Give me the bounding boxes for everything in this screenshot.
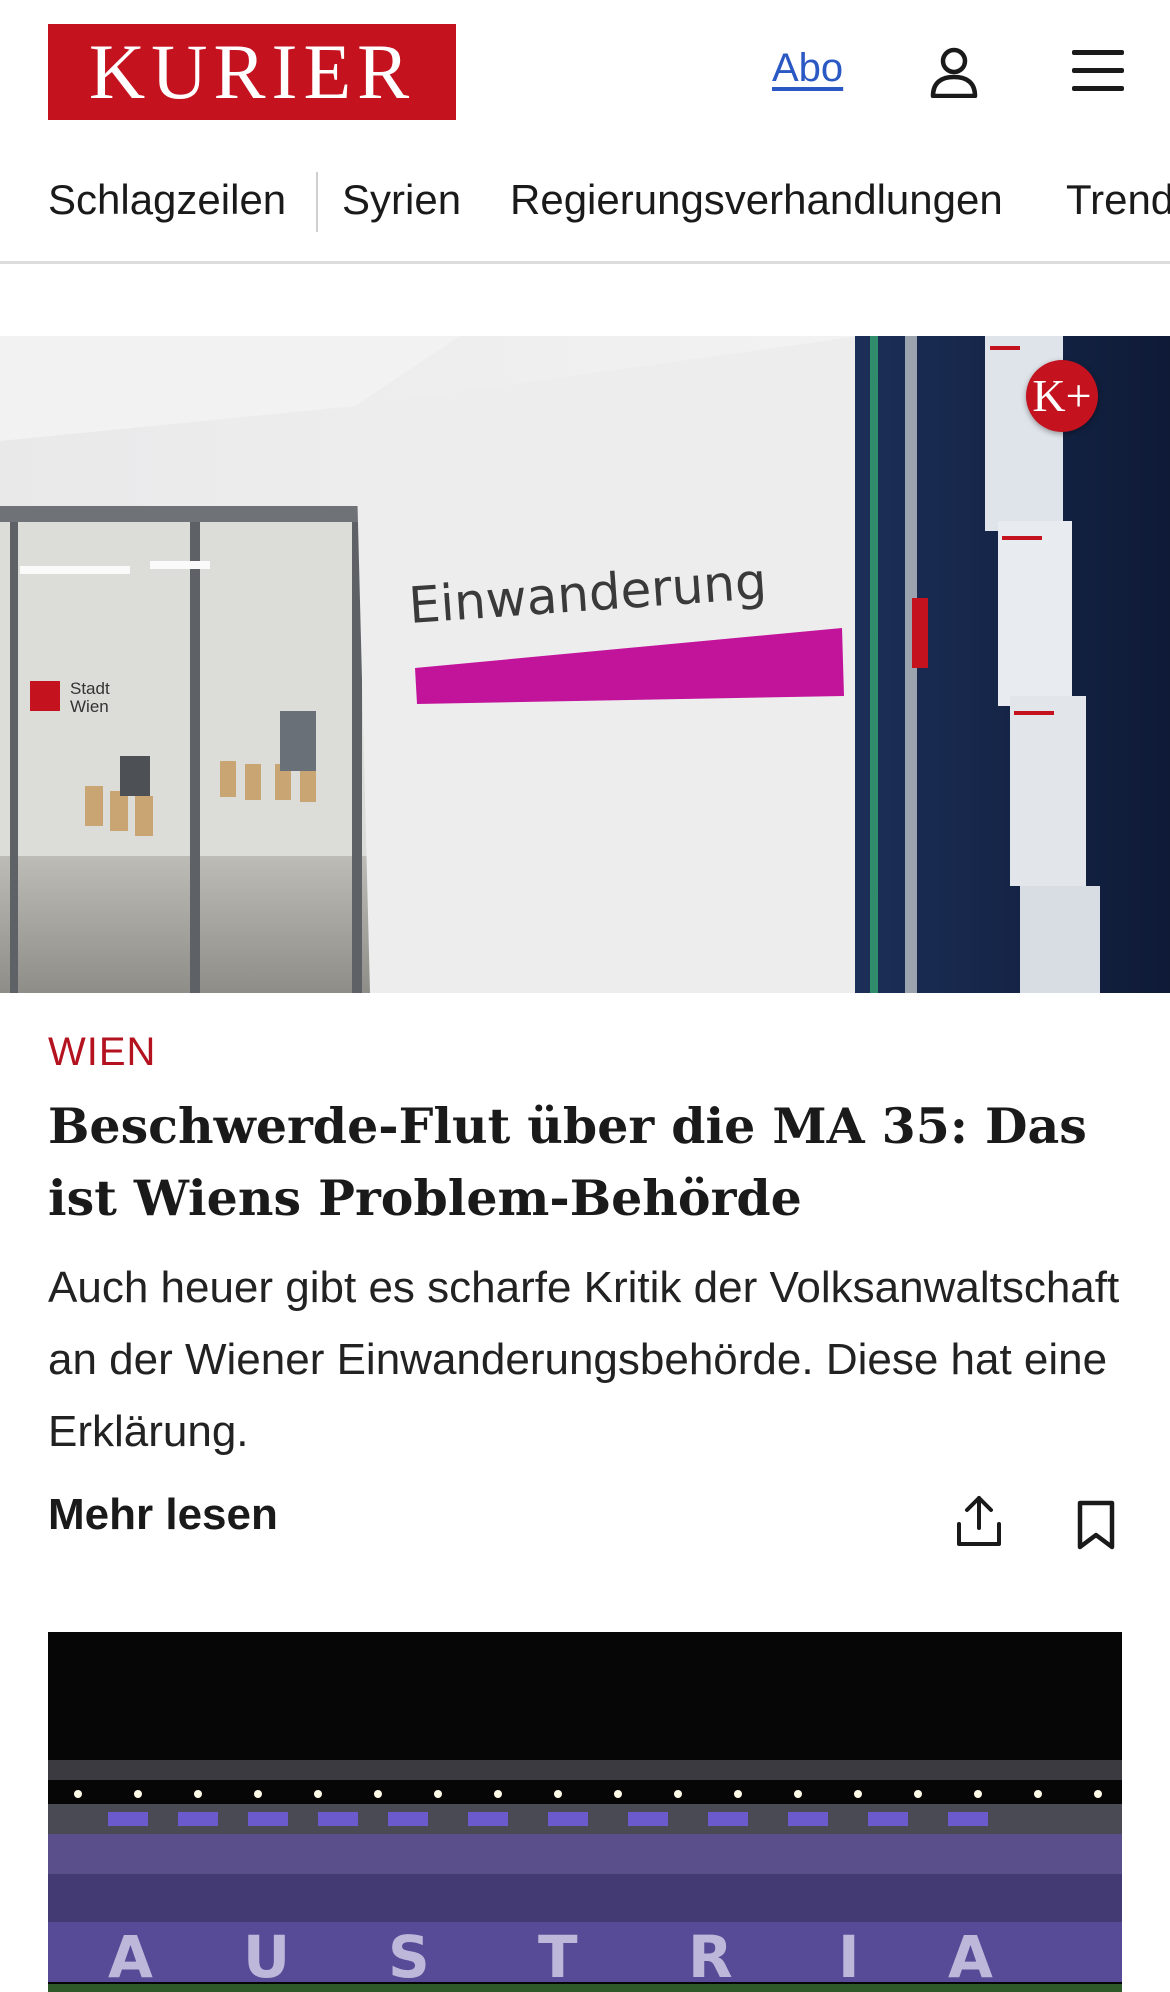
svg-text:I: I bbox=[838, 1923, 860, 1991]
article-headline[interactable]: Beschwerde-Flut über die MA 35: Das ist … bbox=[48, 1090, 1128, 1234]
office-photo: Stadt Wien Einwanderung bbox=[0, 336, 1170, 993]
svg-text:Wien: Wien bbox=[70, 697, 109, 716]
article-teaser[interactable]: Auch heuer gibt es scharfe Kritik der Vo… bbox=[48, 1252, 1128, 1468]
svg-text:R: R bbox=[688, 1923, 733, 1991]
nav-item-trends[interactable]: Trends bbox=[1066, 176, 1170, 224]
abo-link[interactable]: Abo bbox=[772, 46, 843, 91]
k-plus-badge: K+ bbox=[1026, 360, 1098, 432]
topic-nav: Schlagzeilen Syrien Regierungsverhandlun… bbox=[0, 160, 1170, 264]
article-category[interactable]: WIEN bbox=[48, 1030, 156, 1075]
kurier-logo[interactable]: KURIER bbox=[48, 24, 456, 120]
nav-item-syrien[interactable]: Syrien bbox=[342, 176, 461, 224]
site-header: KURIER Abo bbox=[0, 0, 1170, 145]
svg-text:S: S bbox=[388, 1923, 430, 1991]
svg-text:U: U bbox=[243, 1923, 290, 1991]
nav-item-regierungsverhandlungen[interactable]: Regierungsverhandlungen bbox=[510, 176, 1003, 224]
stadium-image[interactable]: A U S T R I A bbox=[48, 1632, 1122, 1992]
svg-text:Stadt: Stadt bbox=[70, 679, 110, 698]
hamburger-menu-icon[interactable] bbox=[1072, 48, 1124, 94]
share-icon[interactable] bbox=[956, 1494, 1002, 1548]
user-icon[interactable] bbox=[930, 46, 978, 98]
nav-item-schlagzeilen[interactable]: Schlagzeilen bbox=[48, 176, 286, 224]
svg-text:A: A bbox=[108, 1923, 153, 1991]
read-more-link[interactable]: Mehr lesen bbox=[48, 1490, 278, 1540]
nav-divider bbox=[316, 172, 318, 232]
svg-text:A: A bbox=[948, 1923, 993, 1991]
stadium-photo: A U S T R I A bbox=[48, 1632, 1122, 1992]
svg-text:T: T bbox=[538, 1923, 578, 1991]
hero-image[interactable]: Stadt Wien Einwanderung bbox=[0, 336, 1170, 993]
bookmark-icon[interactable] bbox=[1076, 1500, 1116, 1550]
